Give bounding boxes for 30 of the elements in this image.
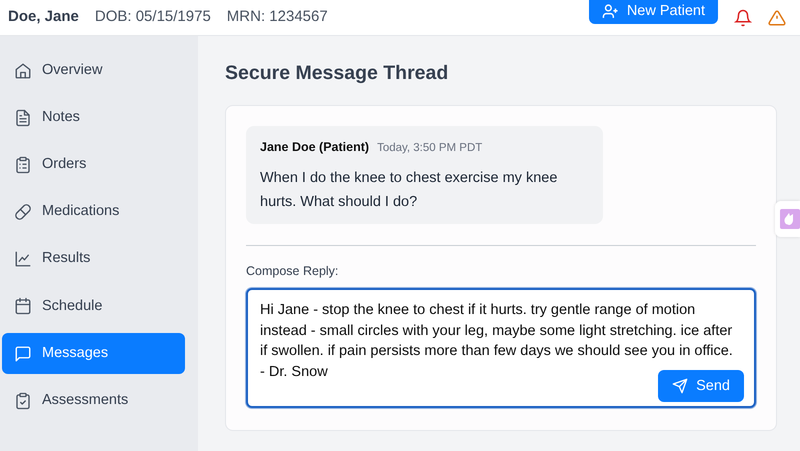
sidebar-item[interactable]: Orders	[2, 144, 185, 186]
compose-label: Compose Reply:	[246, 262, 340, 280]
calendar-icon	[14, 297, 32, 316]
add-user-icon	[602, 3, 619, 20]
bell-icon[interactable]	[734, 8, 752, 26]
chat-icon	[14, 344, 32, 363]
new-patient-button[interactable]: New Patient	[588, 0, 718, 24]
document-icon	[14, 108, 32, 127]
sidebar-item[interactable]: Messages	[2, 333, 185, 374]
line-chart-icon	[14, 250, 32, 268]
sidebar-item[interactable]: Assessments	[2, 380, 185, 422]
warning-icon[interactable]	[768, 8, 786, 26]
pill-icon	[14, 203, 32, 222]
patient-name: Doe, Jane	[8, 7, 79, 28]
patient-mrn: MRN: 1234567	[226, 7, 328, 28]
clipboard-check-icon	[14, 392, 32, 410]
home-icon	[14, 62, 32, 80]
sender-name: Jane Doe (Patient)	[260, 139, 370, 156]
sidebar-item[interactable]: Results	[2, 238, 185, 280]
clipboard-icon	[14, 156, 32, 174]
sidebar-item[interactable]: Overview	[2, 50, 185, 91]
patient-dob: DOB: 05/15/1975	[94, 7, 211, 28]
send-icon	[672, 378, 688, 394]
message-text: When I do the knee to chest exercise my knee hurts. What should I do?	[260, 168, 558, 212]
sidebar-item[interactable]: Notes	[2, 97, 185, 138]
sidebar-item[interactable]: Schedule	[2, 286, 185, 327]
sidebar-item[interactable]: Medications	[2, 192, 185, 233]
send-button[interactable]: Send	[658, 370, 744, 402]
page-title: Secure Message Thread	[225, 62, 450, 86]
message-time: Today, 3:50 PM PDT	[377, 141, 482, 156]
